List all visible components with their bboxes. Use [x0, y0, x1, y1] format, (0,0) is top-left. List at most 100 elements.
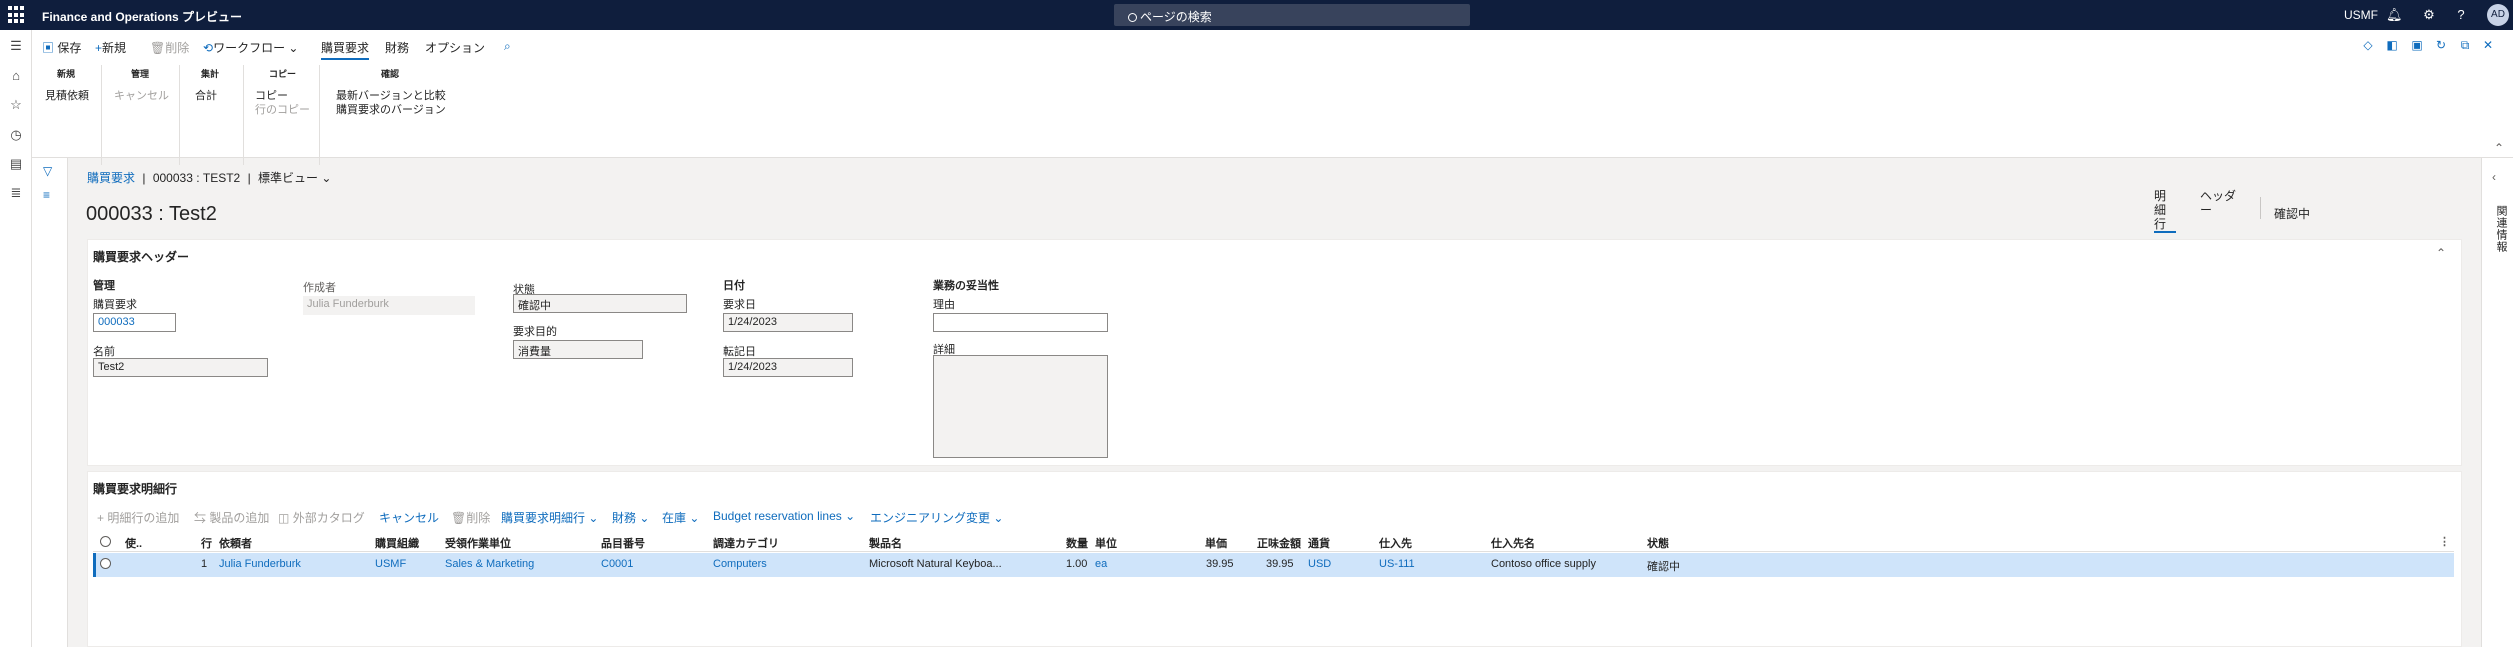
related-info-label[interactable]: 関連情報	[2493, 205, 2509, 253]
requisition-line-menu[interactable]: 購買要求明細行 ⌄	[501, 509, 598, 526]
requisition-field[interactable]: 000033	[93, 313, 176, 332]
purpose-field[interactable]: 消費量	[513, 340, 643, 359]
breadcrumb-root[interactable]: 購買要求	[87, 171, 135, 185]
buying-entity-cell[interactable]: USMF	[375, 558, 406, 570]
refresh-icon[interactable]: ↻	[2434, 38, 2448, 52]
add-products-button[interactable]: ⇆ 製品の追加	[194, 509, 269, 526]
breadcrumb: 購買要求 | 000033 : TEST2 | 標準ビュー ⌄	[87, 169, 331, 186]
totals-button[interactable]: 合計	[195, 87, 217, 103]
category-cell[interactable]: Computers	[713, 558, 767, 570]
financials-menu[interactable]: 財務 ⌄	[612, 509, 649, 526]
collapse-icon[interactable]: ⌃	[2492, 141, 2506, 155]
preparer-field: Julia Funderburk	[303, 296, 475, 315]
delete-button[interactable]: 🗑︎削除	[150, 39, 189, 56]
item-number-cell[interactable]: C0001	[601, 558, 633, 570]
workflow-button[interactable]: ⟲ワークフロー ⌄	[203, 39, 298, 56]
chevron-left-icon[interactable]: ‹	[2492, 170, 2496, 184]
name-field[interactable]: Test2	[93, 358, 268, 377]
bell-icon[interactable]: 🔔︎	[2386, 7, 2403, 23]
column-header[interactable]: 購買組織	[375, 535, 419, 551]
receiving-unit-cell[interactable]: Sales & Marketing	[445, 558, 534, 570]
home-icon[interactable]: ⌂	[8, 68, 24, 84]
column-header[interactable]: 品目番号	[601, 535, 645, 551]
name-label: 名前	[93, 346, 115, 358]
hamburger-icon[interactable]: ☰	[8, 38, 24, 54]
list-icon[interactable]: ≡	[43, 188, 50, 202]
column-header[interactable]: 使..	[125, 535, 142, 551]
company-selector[interactable]: USMF	[2344, 8, 2378, 22]
avatar[interactable]: AD	[2487, 4, 2509, 26]
rfq-button[interactable]: 見積依頼	[45, 87, 89, 103]
column-header[interactable]: 状態	[1647, 535, 1669, 551]
star-icon[interactable]: ☆	[8, 97, 24, 113]
requisition-line-label: 購買要求明細行	[501, 511, 586, 525]
gear-icon[interactable]: ⚙	[2421, 7, 2437, 23]
budget-reservation-menu[interactable]: Budget reservation lines ⌄	[713, 509, 855, 523]
engineering-change-menu[interactable]: エンジニアリング変更 ⌄	[870, 509, 1003, 526]
new-button[interactable]: +新規	[95, 39, 126, 56]
cancel-button[interactable]: キャンセル	[114, 87, 169, 103]
unit-cell[interactable]: ea	[1095, 558, 1107, 570]
header-card-title[interactable]: 購買要求ヘッダー	[93, 248, 189, 265]
column-header[interactable]: 正味金額	[1257, 535, 1301, 551]
vendor-cell[interactable]: US-111	[1379, 558, 1415, 570]
help-icon[interactable]: ?	[2453, 7, 2469, 23]
column-header[interactable]: 調達カテゴリ	[713, 535, 779, 551]
close-icon[interactable]: ✕	[2481, 38, 2495, 52]
details-field[interactable]	[933, 355, 1108, 458]
lines-card-title[interactable]: 購買要求明細行	[93, 480, 177, 497]
requested-date-label: 要求日	[723, 299, 756, 311]
column-header[interactable]: 受領作業単位	[445, 535, 511, 551]
table-row[interactable]: 1 Julia Funderburk USMF Sales & Marketin…	[93, 553, 2454, 577]
accounting-date-field[interactable]: 1/24/2023	[723, 358, 853, 377]
column-header[interactable]: 行	[201, 535, 212, 551]
page-search-input[interactable]: ページの検索	[1114, 4, 1470, 26]
chevron-up-icon[interactable]: ⌃	[2436, 246, 2446, 260]
diamond-icon[interactable]: ◇	[2361, 38, 2375, 52]
column-header[interactable]: 仕入先名	[1491, 535, 1535, 551]
search-icon[interactable]: ⌕	[504, 39, 511, 54]
group-copy-header: コピー	[269, 69, 297, 79]
external-catalog-button[interactable]: ◫ 外部カタログ	[278, 509, 365, 526]
tab-lines[interactable]: 明細行	[2154, 189, 2176, 233]
select-all-radio[interactable]	[100, 536, 111, 547]
filter-icon[interactable]: ▽	[43, 164, 52, 178]
tab-options[interactable]: オプション	[425, 39, 485, 56]
app-launcher-icon[interactable]	[8, 6, 26, 24]
requester-cell[interactable]: Julia Funderburk	[219, 558, 301, 570]
cancel-line-button[interactable]: キャンセル	[379, 509, 439, 526]
column-header[interactable]: 単位	[1095, 535, 1117, 551]
modules-icon[interactable]: ≣	[8, 185, 24, 201]
catalog-icon: ◫	[278, 511, 290, 525]
currency-cell[interactable]: USD	[1308, 558, 1331, 570]
more-options-icon[interactable]: ⋮	[2439, 535, 2450, 548]
column-header[interactable]: 仕入先	[1379, 535, 1412, 551]
copy-lines-button[interactable]: 行のコピー	[255, 101, 310, 117]
reason-field[interactable]	[933, 313, 1108, 332]
app-title[interactable]: Finance and Operations プレビュー	[42, 8, 242, 25]
requisition-versions-button[interactable]: 購買要求のバージョン	[336, 101, 446, 117]
tab-header[interactable]: ヘッダー	[2200, 189, 2240, 217]
chevron-down-icon: ⌄	[588, 511, 599, 525]
column-header[interactable]: 単価	[1205, 535, 1227, 551]
workspaces-icon[interactable]: ▤	[8, 156, 24, 172]
add-line-label: 明細行の追加	[107, 511, 180, 525]
view-selector[interactable]: 標準ビュー ⌄	[258, 171, 331, 185]
office-icon[interactable]: ◧	[2385, 38, 2399, 52]
inventory-menu[interactable]: 在庫 ⌄	[662, 509, 699, 526]
tab-finance[interactable]: 財務	[385, 39, 409, 56]
tab-purchase-requisition[interactable]: 購買要求	[321, 39, 370, 60]
delete-line-button[interactable]: 🗑︎削除	[451, 509, 490, 526]
requested-date-field[interactable]: 1/24/2023	[723, 313, 853, 332]
column-header[interactable]: 依頼者	[219, 535, 252, 551]
column-header[interactable]: 通貨	[1308, 535, 1330, 551]
column-header[interactable]: 製品名	[869, 535, 902, 551]
budget-reservation-label: Budget reservation lines	[713, 509, 842, 523]
column-header[interactable]: 数量	[1066, 535, 1088, 551]
add-line-button[interactable]: + 明細行の追加	[97, 509, 179, 526]
attachments-icon[interactable]: ▣	[2410, 38, 2424, 52]
clock-icon[interactable]: ◷	[8, 127, 24, 143]
open-new-window-icon[interactable]: ⧉	[2458, 38, 2472, 52]
row-select-radio[interactable]	[100, 558, 111, 569]
save-button[interactable]: ▣ 保存	[42, 39, 81, 56]
